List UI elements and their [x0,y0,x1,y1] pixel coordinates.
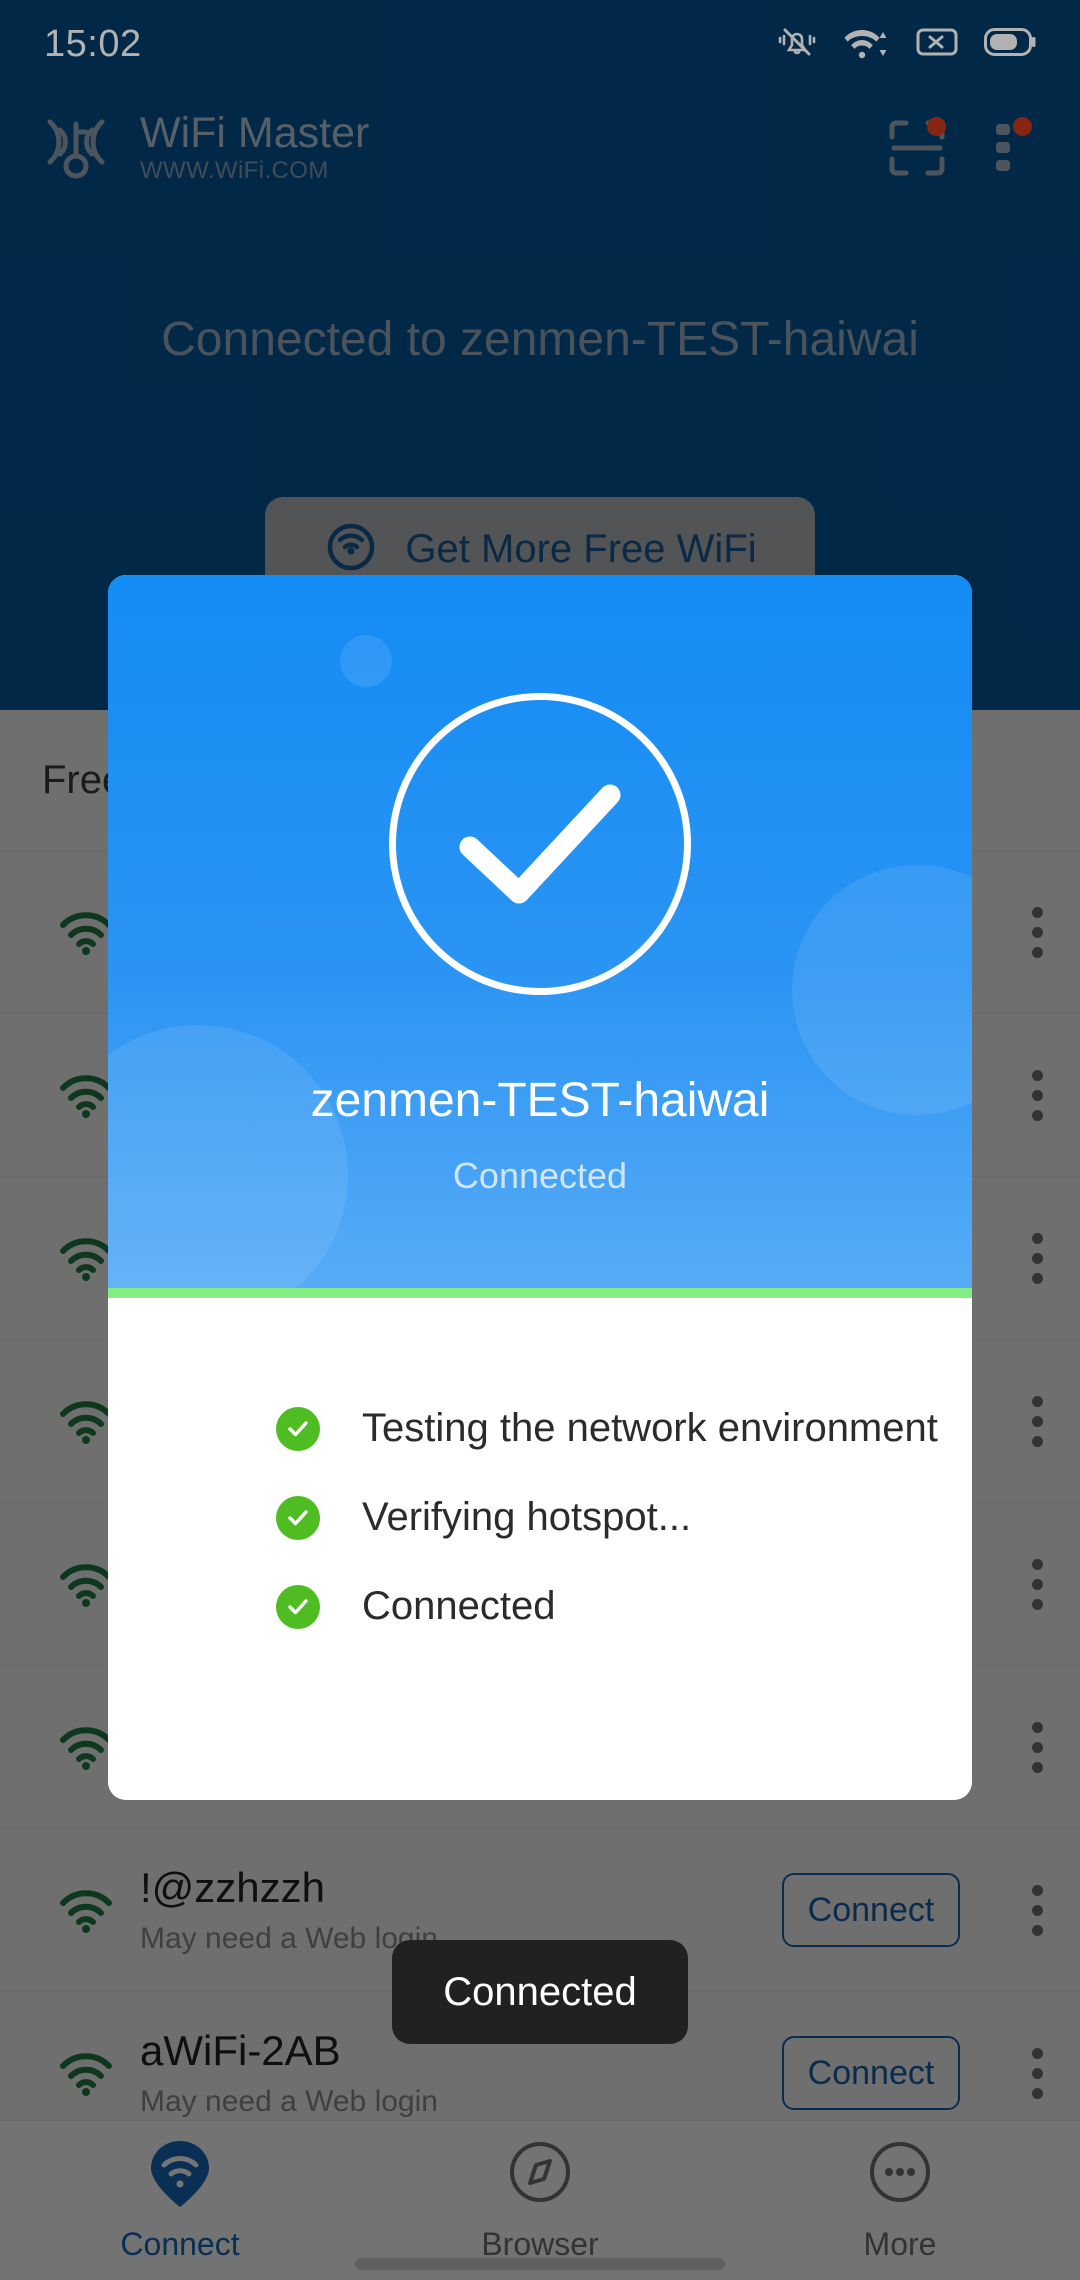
dialog-header: zenmen-TEST-haiwai Connected [108,575,972,1288]
green-check-icon [276,1584,320,1629]
dialog-state: Connected [452,1155,628,1196]
step-label: Testing the network environment [362,1406,938,1450]
progress-step: Connected [108,1562,972,1651]
green-divider [108,1288,972,1298]
step-label: Verifying hotspot... [362,1495,692,1539]
green-check-icon [276,1406,320,1451]
progress-step: Verifying hotspot... [108,1473,972,1562]
check-circle-icon [389,693,691,995]
dialog-body: Testing the network environment Verifyin… [108,1298,972,1651]
progress-step: Testing the network environment [108,1384,972,1473]
connection-result-dialog: zenmen-TEST-haiwai Connected Testing the… [108,575,972,1800]
decorative-circle [340,635,392,687]
dialog-ssid: zenmen-TEST-haiwai [310,1074,770,1127]
green-check-icon [276,1495,320,1540]
toast-message: Connected [392,1940,688,2044]
step-label: Connected [362,1584,556,1628]
